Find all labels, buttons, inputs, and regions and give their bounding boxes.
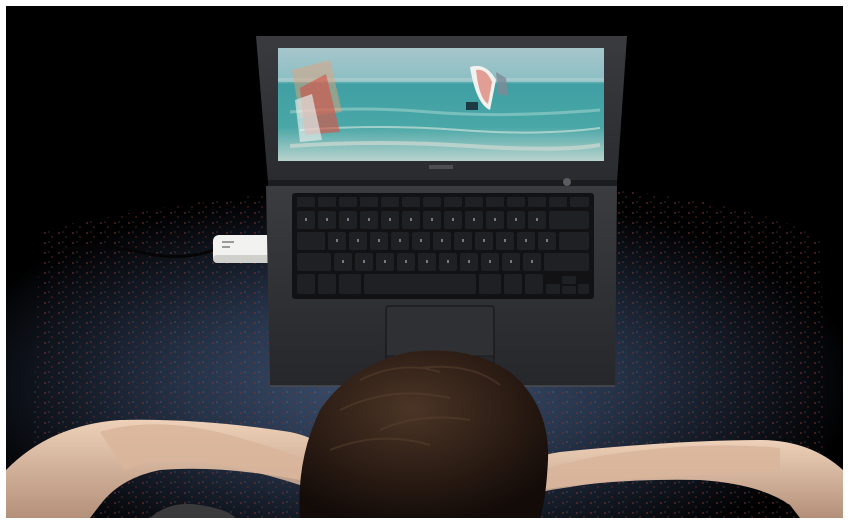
power-button	[563, 178, 571, 186]
laptop-lid	[256, 36, 627, 182]
usb-tuner-stick	[213, 235, 275, 263]
photo-frame	[0, 0, 849, 524]
laptop-scene-photo	[0, 0, 849, 524]
